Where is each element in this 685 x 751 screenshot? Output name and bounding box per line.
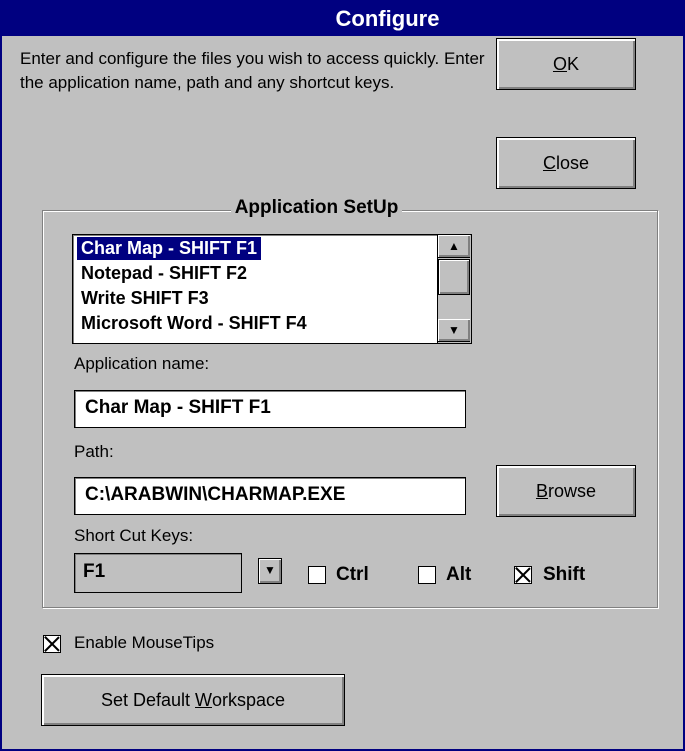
list-item[interactable]: Notepad - SHIFT F2 [77, 262, 251, 285]
mousetips-checkbox[interactable] [43, 635, 61, 653]
arrow-up-icon[interactable]: ▲ [438, 235, 470, 258]
alt-checkbox[interactable] [418, 566, 436, 584]
ok-label: K [567, 53, 580, 74]
arrow-down-icon[interactable]: ▼ [438, 319, 470, 342]
application-list[interactable]: Char Map - SHIFT F1 Notepad - SHIFT F2 W… [72, 234, 472, 344]
shift-checkbox[interactable] [514, 566, 532, 584]
workspace-label-pre: Set Default [100, 689, 195, 710]
path-field[interactable]: C:\ARABWIN\CHARMAP.EXE [74, 477, 466, 515]
ctrl-label: Ctrl [336, 564, 369, 585]
browse-button[interactable]: Browse [496, 465, 636, 517]
close-mnemonic: C [542, 152, 556, 173]
ctrl-checkbox[interactable] [308, 566, 326, 584]
ok-button[interactable]: OK [496, 38, 636, 90]
shortcut-key-select[interactable]: F1 [74, 553, 242, 593]
shift-label: Shift [543, 564, 586, 585]
workspace-label: orkspace [212, 689, 286, 710]
group-title-text: Application SetUp [230, 197, 403, 218]
list-item[interactable]: Write SHIFT F3 [77, 287, 213, 310]
intro-text: Enter and configure the files you wish t… [20, 49, 485, 92]
browse-label: rowse [548, 480, 597, 501]
chevron-down-icon[interactable]: ▼ [258, 558, 282, 584]
app-name-field[interactable]: Char Map - SHIFT F1 [74, 390, 466, 428]
workspace-mnemonic: W [195, 689, 212, 710]
alt-label: Alt [446, 564, 472, 585]
close-label: lose [555, 152, 590, 173]
browse-mnemonic: B [535, 480, 548, 501]
list-item[interactable]: Char Map - SHIFT F1 [75, 236, 263, 261]
app-name-label: Application name: [74, 354, 210, 373]
group-title: Application SetUp [2, 197, 685, 219]
scroll-thumb[interactable] [438, 259, 470, 295]
mousetips-label: Enable MouseTips [74, 633, 215, 652]
title-bar: Configure [2, 2, 683, 36]
close-button[interactable]: Close [496, 137, 636, 189]
list-item[interactable]: Microsoft Word - SHIFT F4 [77, 312, 311, 335]
path-label: Path: [74, 442, 114, 461]
ok-mnemonic: O [552, 53, 567, 74]
set-default-workspace-button[interactable]: Set Default Workspace [41, 674, 345, 726]
configure-dialog: Configure Enter and configure the files … [0, 0, 685, 751]
shortcut-label: Short Cut Keys: [74, 526, 194, 545]
window-title: Configure [335, 6, 440, 31]
list-scrollbar[interactable]: ▲ ▼ [437, 235, 471, 343]
